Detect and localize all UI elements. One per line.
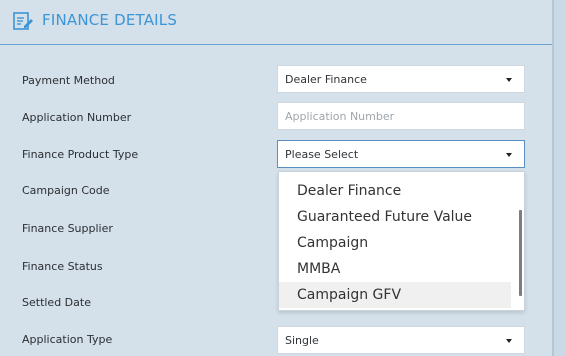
dropdown-scrollbar[interactable] bbox=[519, 210, 522, 296]
dropdown-option-dealer-finance[interactable]: Dealer Finance bbox=[279, 178, 511, 204]
payment-method-value: Dealer Finance bbox=[285, 73, 367, 86]
dropdown-option-guaranteed-future-value[interactable]: Guaranteed Future Value bbox=[279, 204, 511, 230]
application-type-select[interactable]: Single bbox=[277, 326, 525, 354]
chevron-down-icon bbox=[506, 153, 512, 157]
payment-method-select[interactable]: Dealer Finance bbox=[277, 65, 525, 93]
finance-details-panel: FINANCE DETAILS Payment Method Dealer Fi… bbox=[0, 0, 554, 356]
finance-status-label: Finance Status bbox=[22, 260, 103, 273]
finance-product-type-value: Please Select bbox=[285, 148, 359, 161]
chevron-down-icon bbox=[506, 78, 512, 82]
dropdown-option-campaign-gfv[interactable]: Campaign GFV bbox=[279, 282, 511, 308]
section-header: FINANCE DETAILS bbox=[0, 0, 552, 45]
finance-product-type-label: Finance Product Type bbox=[22, 148, 139, 161]
finance-product-type-dropdown[interactable]: Dealer Finance Guaranteed Future Value C… bbox=[278, 171, 525, 311]
section-title: FINANCE DETAILS bbox=[42, 11, 178, 29]
edit-document-icon bbox=[13, 12, 33, 30]
application-number-input[interactable]: Application Number bbox=[277, 102, 525, 130]
chevron-down-icon bbox=[506, 339, 512, 343]
settled-date-label: Settled Date bbox=[22, 296, 91, 309]
application-number-placeholder: Application Number bbox=[285, 110, 395, 123]
campaign-code-label: Campaign Code bbox=[22, 184, 110, 197]
application-number-label: Application Number bbox=[22, 111, 132, 124]
finance-supplier-label: Finance Supplier bbox=[22, 222, 113, 235]
dropdown-option-mmba[interactable]: MMBA bbox=[279, 256, 511, 282]
finance-product-type-select[interactable]: Please Select bbox=[277, 140, 525, 168]
dropdown-option-campaign[interactable]: Campaign bbox=[279, 230, 511, 256]
application-type-value: Single bbox=[285, 334, 319, 347]
payment-method-label: Payment Method bbox=[22, 74, 115, 87]
application-type-label: Application Type bbox=[22, 333, 113, 346]
